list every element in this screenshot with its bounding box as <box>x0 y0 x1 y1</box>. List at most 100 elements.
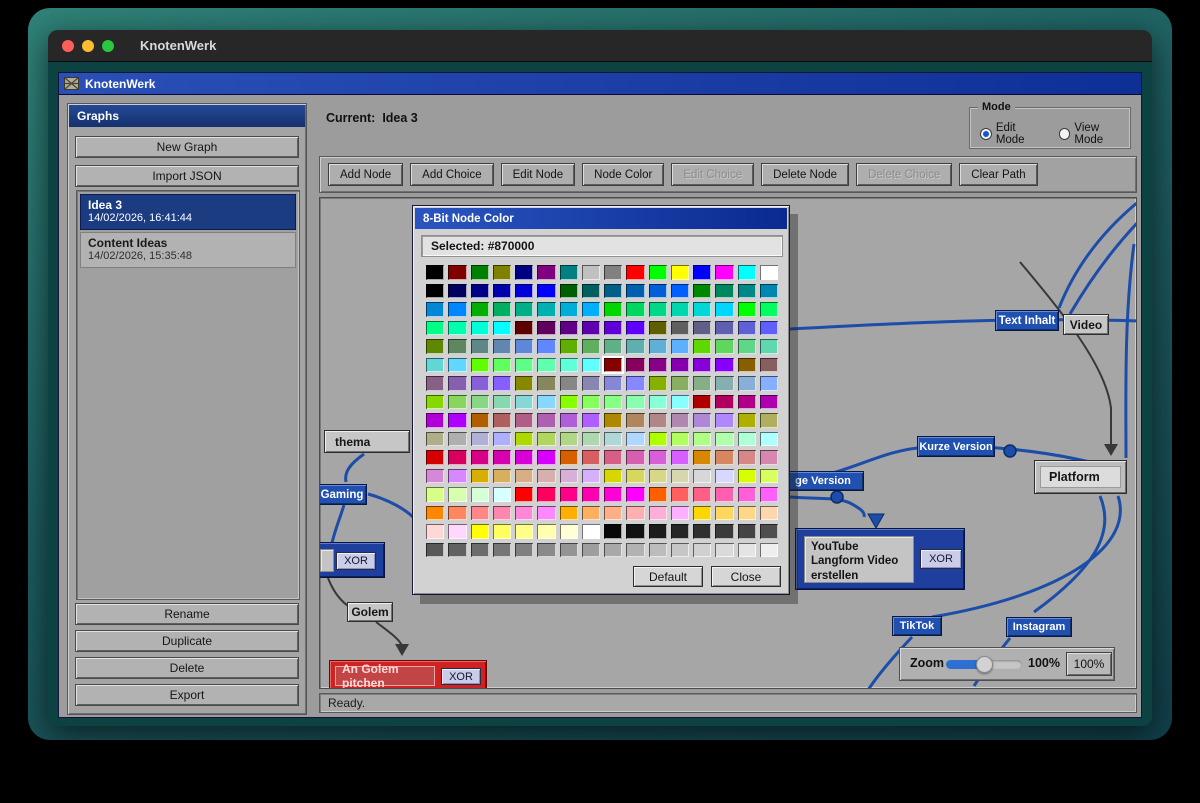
node-tiktok[interactable]: TikTok <box>892 616 942 636</box>
palette-swatch[interactable] <box>515 321 533 336</box>
palette-swatch[interactable] <box>448 524 466 539</box>
palette-swatch[interactable] <box>582 302 600 317</box>
palette-swatch[interactable] <box>493 395 511 410</box>
palette-swatch[interactable] <box>649 284 667 299</box>
palette-swatch[interactable] <box>537 265 555 280</box>
palette-swatch[interactable] <box>493 265 511 280</box>
palette-swatch[interactable] <box>493 543 511 558</box>
palette-swatch[interactable] <box>671 506 689 521</box>
palette-swatch[interactable] <box>604 469 622 484</box>
palette-swatch[interactable] <box>448 413 466 428</box>
palette-swatch[interactable] <box>560 358 578 373</box>
palette-swatch[interactable] <box>582 339 600 354</box>
palette-swatch[interactable] <box>693 506 711 521</box>
palette-swatch[interactable] <box>760 302 778 317</box>
palette-swatch[interactable] <box>582 487 600 502</box>
palette-swatch[interactable] <box>537 487 555 502</box>
palette-swatch[interactable] <box>537 413 555 428</box>
palette-swatch[interactable] <box>604 506 622 521</box>
palette-swatch[interactable] <box>604 265 622 280</box>
palette-swatch[interactable] <box>738 524 756 539</box>
export-button[interactable]: Export <box>75 684 299 706</box>
palette-swatch[interactable] <box>471 376 489 391</box>
palette-swatch[interactable] <box>537 543 555 558</box>
palette-swatch[interactable] <box>537 469 555 484</box>
palette-swatch[interactable] <box>738 395 756 410</box>
palette-swatch[interactable] <box>493 321 511 336</box>
palette-swatch[interactable] <box>649 376 667 391</box>
palette-swatch[interactable] <box>560 432 578 447</box>
palette-swatch[interactable] <box>493 413 511 428</box>
palette-swatch[interactable] <box>471 506 489 521</box>
palette-swatch[interactable] <box>426 321 444 336</box>
palette-swatch[interactable] <box>560 302 578 317</box>
palette-swatch[interactable] <box>515 339 533 354</box>
graph-list-item[interactable]: Idea 3 14/02/2026, 16:41:44 <box>80 194 296 230</box>
palette-swatch[interactable] <box>582 321 600 336</box>
palette-swatch[interactable] <box>715 265 733 280</box>
palette-swatch[interactable] <box>471 413 489 428</box>
palette-swatch[interactable] <box>738 284 756 299</box>
palette-swatch[interactable] <box>693 284 711 299</box>
palette-swatch[interactable] <box>626 376 644 391</box>
palette-swatch[interactable] <box>604 450 622 465</box>
node-platform[interactable]: Platform <box>1034 460 1127 494</box>
palette-swatch[interactable] <box>582 395 600 410</box>
palette-swatch[interactable] <box>693 395 711 410</box>
palette-swatch[interactable] <box>448 339 466 354</box>
palette-swatch[interactable] <box>493 524 511 539</box>
palette-swatch[interactable] <box>448 432 466 447</box>
palette-swatch[interactable] <box>560 450 578 465</box>
palette-swatch[interactable] <box>471 543 489 558</box>
palette-swatch[interactable] <box>604 302 622 317</box>
palette-swatch[interactable] <box>693 413 711 428</box>
palette-swatch[interactable] <box>626 469 644 484</box>
palette-swatch[interactable] <box>715 358 733 373</box>
palette-swatch[interactable] <box>649 302 667 317</box>
palette-swatch[interactable] <box>738 376 756 391</box>
palette-swatch[interactable] <box>626 284 644 299</box>
palette-swatch[interactable] <box>626 487 644 502</box>
palette-swatch[interactable] <box>715 487 733 502</box>
palette-swatch[interactable] <box>738 265 756 280</box>
palette-swatch[interactable] <box>582 506 600 521</box>
palette-swatch[interactable] <box>760 339 778 354</box>
palette-swatch[interactable] <box>471 265 489 280</box>
palette-swatch[interactable] <box>649 450 667 465</box>
palette-swatch[interactable] <box>448 395 466 410</box>
palette-swatch[interactable] <box>626 302 644 317</box>
palette-swatch[interactable] <box>649 469 667 484</box>
palette-swatch[interactable] <box>537 524 555 539</box>
palette-swatch[interactable] <box>515 376 533 391</box>
palette-swatch[interactable] <box>715 376 733 391</box>
palette-swatch[interactable] <box>515 358 533 373</box>
palette-swatch[interactable] <box>715 395 733 410</box>
node-kurze-version[interactable]: Kurze Version <box>917 436 995 457</box>
palette-swatch[interactable] <box>604 487 622 502</box>
palette-swatch[interactable] <box>537 358 555 373</box>
edit-mode-radio[interactable] <box>980 128 992 140</box>
delete-button[interactable]: Delete <box>75 657 299 679</box>
palette-swatch[interactable] <box>537 395 555 410</box>
node-ge-version[interactable]: ge Version <box>782 471 864 491</box>
minimize-window-button[interactable] <box>82 40 94 52</box>
palette-swatch[interactable] <box>493 376 511 391</box>
palette-swatch[interactable] <box>448 376 466 391</box>
palette-swatch[interactable] <box>760 469 778 484</box>
edit-mode-option[interactable]: Edit Mode <box>980 122 1047 146</box>
graph-list-item[interactable]: Content Ideas 14/02/2026, 15:35:48 <box>80 232 296 268</box>
palette-swatch[interactable] <box>493 450 511 465</box>
palette-swatch[interactable] <box>693 358 711 373</box>
palette-swatch[interactable] <box>426 506 444 521</box>
palette-swatch[interactable] <box>560 487 578 502</box>
palette-swatch[interactable] <box>582 358 600 373</box>
palette-swatch[interactable] <box>471 302 489 317</box>
rename-button[interactable]: Rename <box>75 603 299 625</box>
palette-swatch[interactable] <box>515 506 533 521</box>
node-an-golem-pitchen[interactable]: An Golem pitchen XOR <box>329 660 487 689</box>
palette-swatch[interactable] <box>671 524 689 539</box>
palette-swatch[interactable] <box>515 487 533 502</box>
palette-swatch[interactable] <box>426 469 444 484</box>
palette-swatch[interactable] <box>471 321 489 336</box>
palette-swatch[interactable] <box>760 284 778 299</box>
